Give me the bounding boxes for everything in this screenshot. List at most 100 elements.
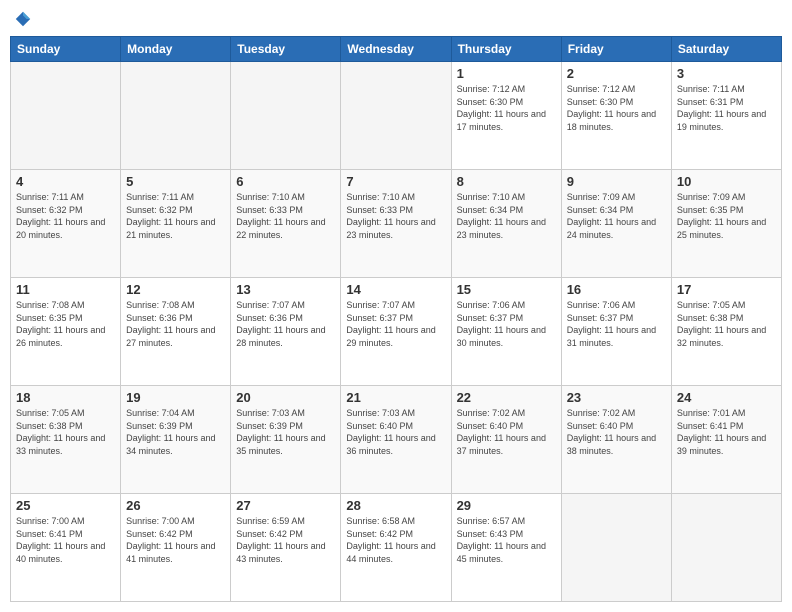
day-info: Sunrise: 7:11 AM Sunset: 6:31 PM Dayligh… [677,83,776,133]
table-row: 7 Sunrise: 7:10 AM Sunset: 6:33 PM Daylig… [341,170,451,278]
day-number: 18 [16,390,115,405]
calendar-week-row: 11 Sunrise: 7:08 AM Sunset: 6:35 PM Dayli… [11,278,782,386]
table-row: 12Sunrise: 7:08 AM Sunset: 6:36 PM Dayli… [121,278,231,386]
table-row [11,62,121,170]
table-row: 9 Sunrise: 7:09 AM Sunset: 6:34 PM Daylig… [561,170,671,278]
day-number: 9 [567,174,666,189]
day-number: 3 [677,66,776,81]
day-info: Sunrise: 7:00 AM Sunset: 6:42 PM Dayligh… [126,515,225,565]
day-info: Sunrise: 7:09 AM Sunset: 6:34 PM Dayligh… [567,191,666,241]
day-info: Sunrise: 7:08 AM Sunset: 6:35 PM Dayligh… [16,299,115,349]
logo-icon [14,10,32,28]
day-number: 8 [457,174,556,189]
day-number: 23 [567,390,666,405]
table-row: 3 Sunrise: 7:11 AM Sunset: 6:31 PM Daylig… [671,62,781,170]
logo [14,10,34,28]
table-row [561,494,671,602]
day-number: 15 [457,282,556,297]
table-row: 21 Sunrise: 7:03 AM Sunset: 6:40 PM Dayli… [341,386,451,494]
table-row: 19 Sunrise: 7:04 AM Sunset: 6:39 PM Dayli… [121,386,231,494]
table-row: 13 Sunrise: 7:07 AM Sunset: 6:36 PM Dayli… [231,278,341,386]
day-info: Sunrise: 7:07 AM Sunset: 6:36 PM Dayligh… [236,299,335,349]
day-number: 22 [457,390,556,405]
col-saturday: Saturday [671,37,781,62]
day-number: 21 [346,390,445,405]
day-number: 19 [126,390,225,405]
day-number: 2 [567,66,666,81]
table-row: 14 Sunrise: 7:07 AM Sunset: 6:37 PM Dayli… [341,278,451,386]
table-row: 8 Sunrise: 7:10 AM Sunset: 6:34 PM Daylig… [451,170,561,278]
table-row: 10 Sunrise: 7:09 AM Sunset: 6:35 PM Dayli… [671,170,781,278]
day-info: Sunrise: 7:03 AM Sunset: 6:39 PM Dayligh… [236,407,335,457]
day-info: Sunrise: 7:12 AM Sunset: 6:30 PM Dayligh… [457,83,556,133]
day-info: Sunrise: 7:09 AM Sunset: 6:35 PM Dayligh… [677,191,776,241]
table-row [121,62,231,170]
day-info: Sunrise: 6:58 AM Sunset: 6:42 PM Dayligh… [346,515,445,565]
col-monday: Monday [121,37,231,62]
day-number: 1 [457,66,556,81]
day-number: 13 [236,282,335,297]
day-number: 4 [16,174,115,189]
day-number: 6 [236,174,335,189]
col-wednesday: Wednesday [341,37,451,62]
table-row: 4 Sunrise: 7:11 AM Sunset: 6:32 PM Daylig… [11,170,121,278]
day-number: 26 [126,498,225,513]
day-info: Sunrise: 7:11 AM Sunset: 6:32 PM Dayligh… [16,191,115,241]
calendar-week-row: 25 Sunrise: 7:00 AM Sunset: 6:41 PM Dayli… [11,494,782,602]
day-info: Sunrise: 7:10 AM Sunset: 6:33 PM Dayligh… [346,191,445,241]
day-info: Sunrise: 7:05 AM Sunset: 6:38 PM Dayligh… [16,407,115,457]
day-info: Sunrise: 7:02 AM Sunset: 6:40 PM Dayligh… [457,407,556,457]
calendar-week-row: 1 Sunrise: 7:12 AM Sunset: 6:30 PM Daylig… [11,62,782,170]
day-number: 25 [16,498,115,513]
day-number: 10 [677,174,776,189]
table-row: 20Sunrise: 7:03 AM Sunset: 6:39 PM Dayli… [231,386,341,494]
table-row [671,494,781,602]
table-row: 11 Sunrise: 7:08 AM Sunset: 6:35 PM Dayli… [11,278,121,386]
day-info: Sunrise: 6:57 AM Sunset: 6:43 PM Dayligh… [457,515,556,565]
day-info: Sunrise: 7:03 AM Sunset: 6:40 PM Dayligh… [346,407,445,457]
day-info: Sunrise: 7:07 AM Sunset: 6:37 PM Dayligh… [346,299,445,349]
table-row: 16Sunrise: 7:06 AM Sunset: 6:37 PM Dayli… [561,278,671,386]
table-row: 1 Sunrise: 7:12 AM Sunset: 6:30 PM Daylig… [451,62,561,170]
table-row: 2 Sunrise: 7:12 AM Sunset: 6:30 PM Daylig… [561,62,671,170]
col-friday: Friday [561,37,671,62]
table-row: 17 Sunrise: 7:05 AM Sunset: 6:38 PM Dayli… [671,278,781,386]
calendar-table: Sunday Monday Tuesday Wednesday Thursday… [10,36,782,602]
day-number: 14 [346,282,445,297]
day-info: Sunrise: 7:12 AM Sunset: 6:30 PM Dayligh… [567,83,666,133]
col-thursday: Thursday [451,37,561,62]
col-tuesday: Tuesday [231,37,341,62]
table-row [341,62,451,170]
day-number: 24 [677,390,776,405]
day-info: Sunrise: 7:00 AM Sunset: 6:41 PM Dayligh… [16,515,115,565]
table-row: 5 Sunrise: 7:11 AM Sunset: 6:32 PM Daylig… [121,170,231,278]
day-info: Sunrise: 7:01 AM Sunset: 6:41 PM Dayligh… [677,407,776,457]
table-row [231,62,341,170]
table-row: 23 Sunrise: 7:02 AM Sunset: 6:40 PM Dayli… [561,386,671,494]
day-info: Sunrise: 7:08 AM Sunset: 6:36 PM Dayligh… [126,299,225,349]
table-row: 6Sunrise: 7:10 AM Sunset: 6:33 PM Daylig… [231,170,341,278]
header [10,10,782,28]
table-row: 25 Sunrise: 7:00 AM Sunset: 6:41 PM Dayli… [11,494,121,602]
day-info: Sunrise: 7:06 AM Sunset: 6:37 PM Dayligh… [457,299,556,349]
table-row: 15 Sunrise: 7:06 AM Sunset: 6:37 PM Dayli… [451,278,561,386]
table-row: 26 Sunrise: 7:00 AM Sunset: 6:42 PM Dayli… [121,494,231,602]
day-info: Sunrise: 7:02 AM Sunset: 6:40 PM Dayligh… [567,407,666,457]
day-number: 28 [346,498,445,513]
day-number: 27 [236,498,335,513]
day-number: 7 [346,174,445,189]
day-number: 16 [567,282,666,297]
table-row: 24 Sunrise: 7:01 AM Sunset: 6:41 PM Dayli… [671,386,781,494]
day-info: Sunrise: 7:11 AM Sunset: 6:32 PM Dayligh… [126,191,225,241]
day-info: Sunrise: 7:04 AM Sunset: 6:39 PM Dayligh… [126,407,225,457]
day-info: Sunrise: 7:05 AM Sunset: 6:38 PM Dayligh… [677,299,776,349]
day-number: 11 [16,282,115,297]
col-sunday: Sunday [11,37,121,62]
table-row: 29 Sunrise: 6:57 AM Sunset: 6:43 PM Dayli… [451,494,561,602]
day-number: 5 [126,174,225,189]
day-number: 17 [677,282,776,297]
day-info: Sunrise: 7:10 AM Sunset: 6:34 PM Dayligh… [457,191,556,241]
day-number: 29 [457,498,556,513]
calendar-header-row: Sunday Monday Tuesday Wednesday Thursday… [11,37,782,62]
table-row: 28 Sunrise: 6:58 AM Sunset: 6:42 PM Dayli… [341,494,451,602]
